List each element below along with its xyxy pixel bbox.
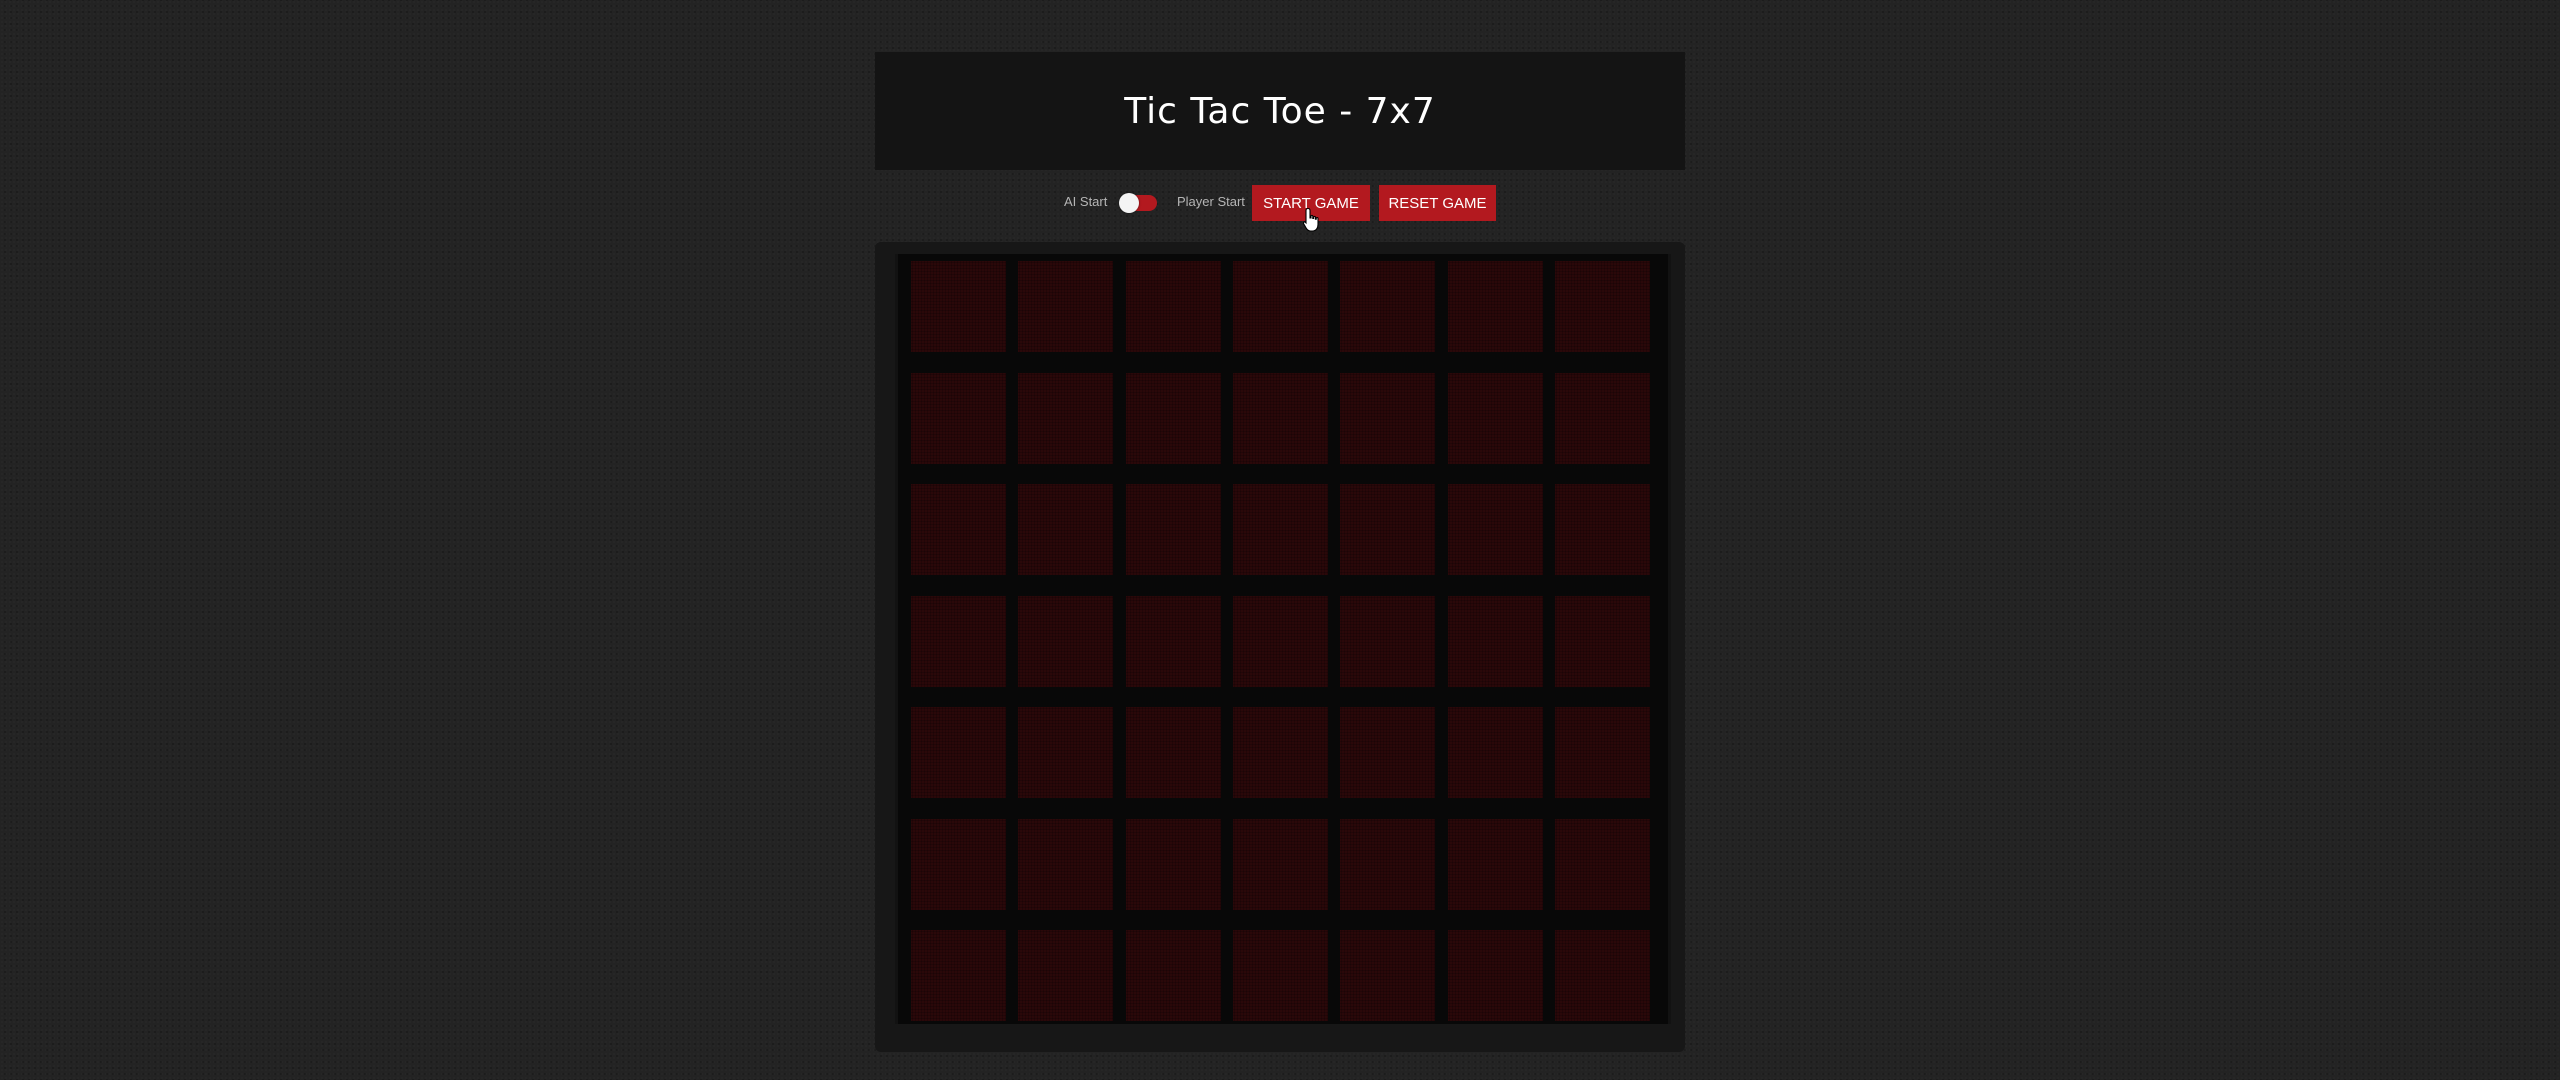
- board-cell[interactable]: [1126, 819, 1221, 910]
- board-cell[interactable]: [1448, 707, 1543, 798]
- board-cell[interactable]: [1233, 707, 1328, 798]
- board-cell[interactable]: [1555, 707, 1650, 798]
- board-cell[interactable]: [1018, 484, 1113, 575]
- board-cell[interactable]: [1448, 373, 1543, 464]
- board-cell[interactable]: [1233, 596, 1328, 687]
- board-cell[interactable]: [1126, 930, 1221, 1021]
- board-cell[interactable]: [1233, 819, 1328, 910]
- board-cell[interactable]: [1448, 484, 1543, 575]
- board-cell[interactable]: [1018, 373, 1113, 464]
- board-cell[interactable]: [1126, 707, 1221, 798]
- board-cell[interactable]: [1018, 261, 1113, 352]
- board-cell[interactable]: [1448, 930, 1543, 1021]
- board-cell[interactable]: [911, 707, 1006, 798]
- board-cell[interactable]: [1126, 373, 1221, 464]
- game-board-frame: [875, 242, 1685, 1052]
- page-title: Tic Tac Toe - 7x7: [1124, 90, 1436, 132]
- board-cell[interactable]: [1018, 819, 1113, 910]
- start-order-toggle[interactable]: [1119, 193, 1157, 213]
- player-start-label: Player Start: [1177, 194, 1245, 209]
- board-cell[interactable]: [1233, 373, 1328, 464]
- board-cell[interactable]: [1233, 484, 1328, 575]
- board-cell[interactable]: [1448, 261, 1543, 352]
- board-cell[interactable]: [1340, 373, 1435, 464]
- board-cell[interactable]: [1340, 930, 1435, 1021]
- board-cell[interactable]: [1233, 930, 1328, 1021]
- board-cell[interactable]: [1555, 261, 1650, 352]
- ai-start-label: AI Start: [1064, 194, 1108, 209]
- board-cell[interactable]: [911, 261, 1006, 352]
- board-cell[interactable]: [1555, 596, 1650, 687]
- board-cell[interactable]: [1555, 819, 1650, 910]
- board-cell[interactable]: [1018, 596, 1113, 687]
- game-board: [895, 254, 1671, 1024]
- board-cell[interactable]: [911, 930, 1006, 1021]
- hand-pointer-icon: [1302, 207, 1319, 232]
- toggle-knob: [1119, 193, 1139, 213]
- game-controls: AI Start Player Start START GAME RESET G…: [875, 185, 1685, 221]
- board-cell[interactable]: [911, 819, 1006, 910]
- board-cell[interactable]: [1340, 819, 1435, 910]
- board-cell[interactable]: [911, 596, 1006, 687]
- board-cell[interactable]: [1340, 484, 1435, 575]
- board-cell[interactable]: [1340, 261, 1435, 352]
- board-cell[interactable]: [1126, 484, 1221, 575]
- title-bar: Tic Tac Toe - 7x7: [875, 52, 1685, 170]
- board-cell[interactable]: [1555, 930, 1650, 1021]
- board-cell[interactable]: [1233, 261, 1328, 352]
- board-cell[interactable]: [1555, 373, 1650, 464]
- board-cell[interactable]: [1340, 707, 1435, 798]
- board-cell[interactable]: [1555, 484, 1650, 575]
- board-cell[interactable]: [1448, 596, 1543, 687]
- board-cell[interactable]: [1126, 596, 1221, 687]
- board-cell[interactable]: [1018, 707, 1113, 798]
- board-cell[interactable]: [911, 484, 1006, 575]
- board-cell[interactable]: [1018, 930, 1113, 1021]
- board-cell[interactable]: [1448, 819, 1543, 910]
- board-cell[interactable]: [1126, 261, 1221, 352]
- board-cell[interactable]: [1340, 596, 1435, 687]
- reset-game-button[interactable]: RESET GAME: [1379, 185, 1496, 221]
- board-cell[interactable]: [911, 373, 1006, 464]
